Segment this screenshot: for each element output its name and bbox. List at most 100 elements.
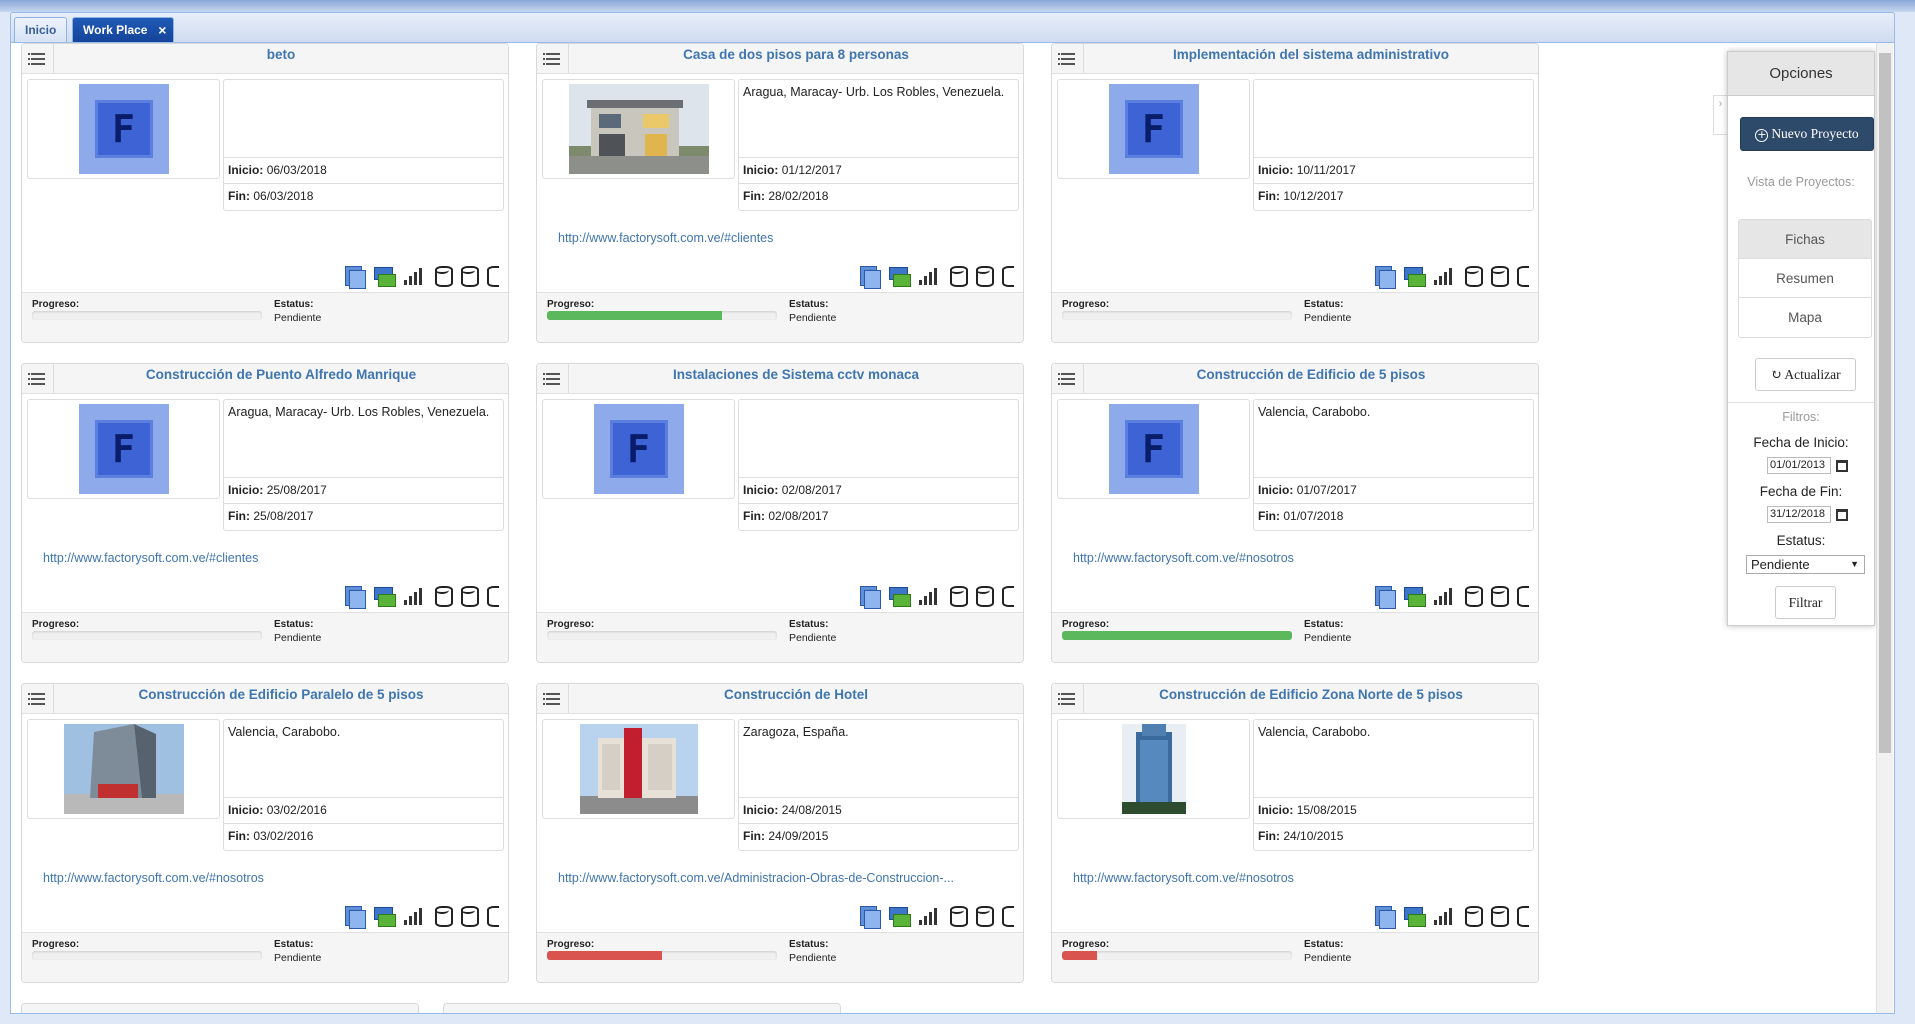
filter-button[interactable]: Filtrar	[1775, 586, 1836, 619]
calendar-icon[interactable]	[1836, 509, 1848, 521]
database-icon[interactable]	[947, 583, 968, 607]
start-date-input[interactable]: 01/01/2013	[1767, 457, 1831, 474]
documents-icon[interactable]	[857, 583, 881, 609]
progress-label: Progreso:	[32, 939, 80, 950]
database-icon[interactable]	[484, 583, 499, 607]
list-menu-icon[interactable]	[22, 684, 54, 713]
database-icon[interactable]	[1462, 583, 1483, 607]
chart-icon[interactable]	[917, 583, 941, 607]
tab-inicio[interactable]: Inicio	[14, 17, 68, 42]
database-icon[interactable]	[1488, 583, 1509, 607]
new-project-button[interactable]: + Nuevo Proyecto	[1740, 117, 1874, 151]
resources-icon[interactable]	[887, 583, 911, 607]
resources-icon[interactable]	[372, 263, 396, 287]
chart-icon[interactable]	[1432, 583, 1456, 607]
project-title[interactable]: Construcción de Puento Alfredo Manrique	[54, 364, 508, 386]
project-link[interactable]: http://www.factorysoft.com.ve/#clientes	[558, 231, 1003, 245]
collapse-options-button[interactable]: ›	[1713, 95, 1727, 135]
project-title[interactable]: Construcción de Hotel	[569, 684, 1023, 706]
refresh-button[interactable]: ↻ Actualizar	[1755, 358, 1856, 391]
database-icon[interactable]	[947, 903, 968, 927]
list-menu-icon[interactable]	[1052, 44, 1084, 73]
project-link[interactable]: http://www.factorysoft.com.ve/Administra…	[558, 871, 1003, 885]
documents-icon[interactable]	[857, 263, 881, 289]
documents-icon[interactable]	[342, 263, 366, 289]
resources-icon[interactable]	[372, 583, 396, 607]
database-icon[interactable]	[1488, 903, 1509, 927]
database-icon[interactable]	[432, 903, 453, 927]
documents-icon[interactable]	[342, 583, 366, 609]
list-menu-icon[interactable]	[537, 364, 569, 393]
database-icon[interactable]	[1462, 263, 1483, 287]
tab-work-place[interactable]: Work Place ×	[72, 17, 175, 42]
calendar-icon[interactable]	[1836, 460, 1848, 472]
list-menu-icon[interactable]	[537, 44, 569, 73]
project-title[interactable]: beto	[54, 44, 508, 66]
close-icon[interactable]: ×	[158, 18, 166, 42]
project-link[interactable]: http://www.factorysoft.com.ve/#clientes	[43, 551, 488, 565]
scrollbar-thumb[interactable]	[1879, 53, 1891, 753]
database-icon[interactable]	[947, 263, 968, 287]
database-icon[interactable]	[458, 583, 479, 607]
chart-icon[interactable]	[917, 263, 941, 287]
documents-icon[interactable]	[857, 903, 881, 929]
list-menu-icon[interactable]	[537, 684, 569, 713]
chart-icon[interactable]	[917, 903, 941, 927]
project-title[interactable]: Implementación del sistema administrativ…	[1084, 44, 1538, 66]
list-menu-icon[interactable]	[22, 364, 54, 393]
database-icon[interactable]	[1514, 903, 1529, 927]
documents-icon[interactable]	[1372, 583, 1396, 609]
resources-icon[interactable]	[887, 903, 911, 927]
database-icon[interactable]	[1514, 263, 1529, 287]
database-icon[interactable]	[484, 903, 499, 927]
database-icon[interactable]	[999, 903, 1014, 927]
database-icon[interactable]	[1462, 903, 1483, 927]
database-icon[interactable]	[1488, 263, 1509, 287]
project-image	[27, 719, 220, 819]
resources-icon[interactable]	[372, 903, 396, 927]
project-title[interactable]: Casa de dos pisos para 8 personas	[569, 44, 1023, 66]
project-link[interactable]: http://www.factorysoft.com.ve/#nosotros	[1073, 871, 1518, 885]
project-title[interactable]: Construcción de Edificio Zona Norte de 5…	[1084, 684, 1538, 706]
resources-icon[interactable]	[1402, 903, 1426, 927]
database-icon[interactable]	[973, 903, 994, 927]
database-icon[interactable]	[458, 263, 479, 287]
project-title[interactable]: Instalaciones de Sistema cctv monaca	[569, 364, 1023, 386]
documents-icon[interactable]	[1372, 903, 1396, 929]
status-select[interactable]: Pendiente ▼	[1746, 555, 1865, 574]
end-date-input[interactable]: 31/12/2018	[1767, 506, 1831, 523]
view-mapa[interactable]: Mapa	[1739, 298, 1871, 337]
database-icon[interactable]	[973, 583, 994, 607]
project-title[interactable]: Construcción de Edificio Paralelo de 5 p…	[54, 684, 508, 706]
project-link[interactable]: http://www.factorysoft.com.ve/#nosotros	[43, 871, 488, 885]
database-icon[interactable]	[999, 263, 1014, 287]
database-icon[interactable]	[484, 263, 499, 287]
vertical-scrollbar[interactable]	[1876, 43, 1893, 1013]
card-header: Construcción de Hotel	[537, 684, 1023, 714]
list-menu-icon[interactable]	[22, 44, 54, 73]
resources-icon[interactable]	[1402, 583, 1426, 607]
list-menu-icon[interactable]	[1052, 684, 1084, 713]
view-resumen[interactable]: Resumen	[1739, 259, 1871, 298]
chart-icon[interactable]	[1432, 903, 1456, 927]
documents-icon[interactable]	[1372, 263, 1396, 289]
database-icon[interactable]	[432, 583, 453, 607]
view-fichas[interactable]: Fichas	[1739, 220, 1871, 259]
chart-icon[interactable]	[402, 263, 426, 287]
chart-icon[interactable]	[1432, 263, 1456, 287]
chart-icon[interactable]	[402, 903, 426, 927]
documents-icon[interactable]	[342, 903, 366, 929]
resources-icon[interactable]	[887, 263, 911, 287]
project-image: F	[27, 399, 220, 499]
database-icon[interactable]	[973, 263, 994, 287]
card-footer: Progreso: Estatus: Pendiente	[1052, 292, 1538, 342]
project-link[interactable]: http://www.factorysoft.com.ve/#nosotros	[1073, 551, 1518, 565]
resources-icon[interactable]	[1402, 263, 1426, 287]
project-title[interactable]: Construcción de Edificio de 5 pisos	[1084, 364, 1538, 386]
database-icon[interactable]	[432, 263, 453, 287]
chart-icon[interactable]	[402, 583, 426, 607]
database-icon[interactable]	[999, 583, 1014, 607]
list-menu-icon[interactable]	[1052, 364, 1084, 393]
database-icon[interactable]	[458, 903, 479, 927]
database-icon[interactable]	[1514, 583, 1529, 607]
